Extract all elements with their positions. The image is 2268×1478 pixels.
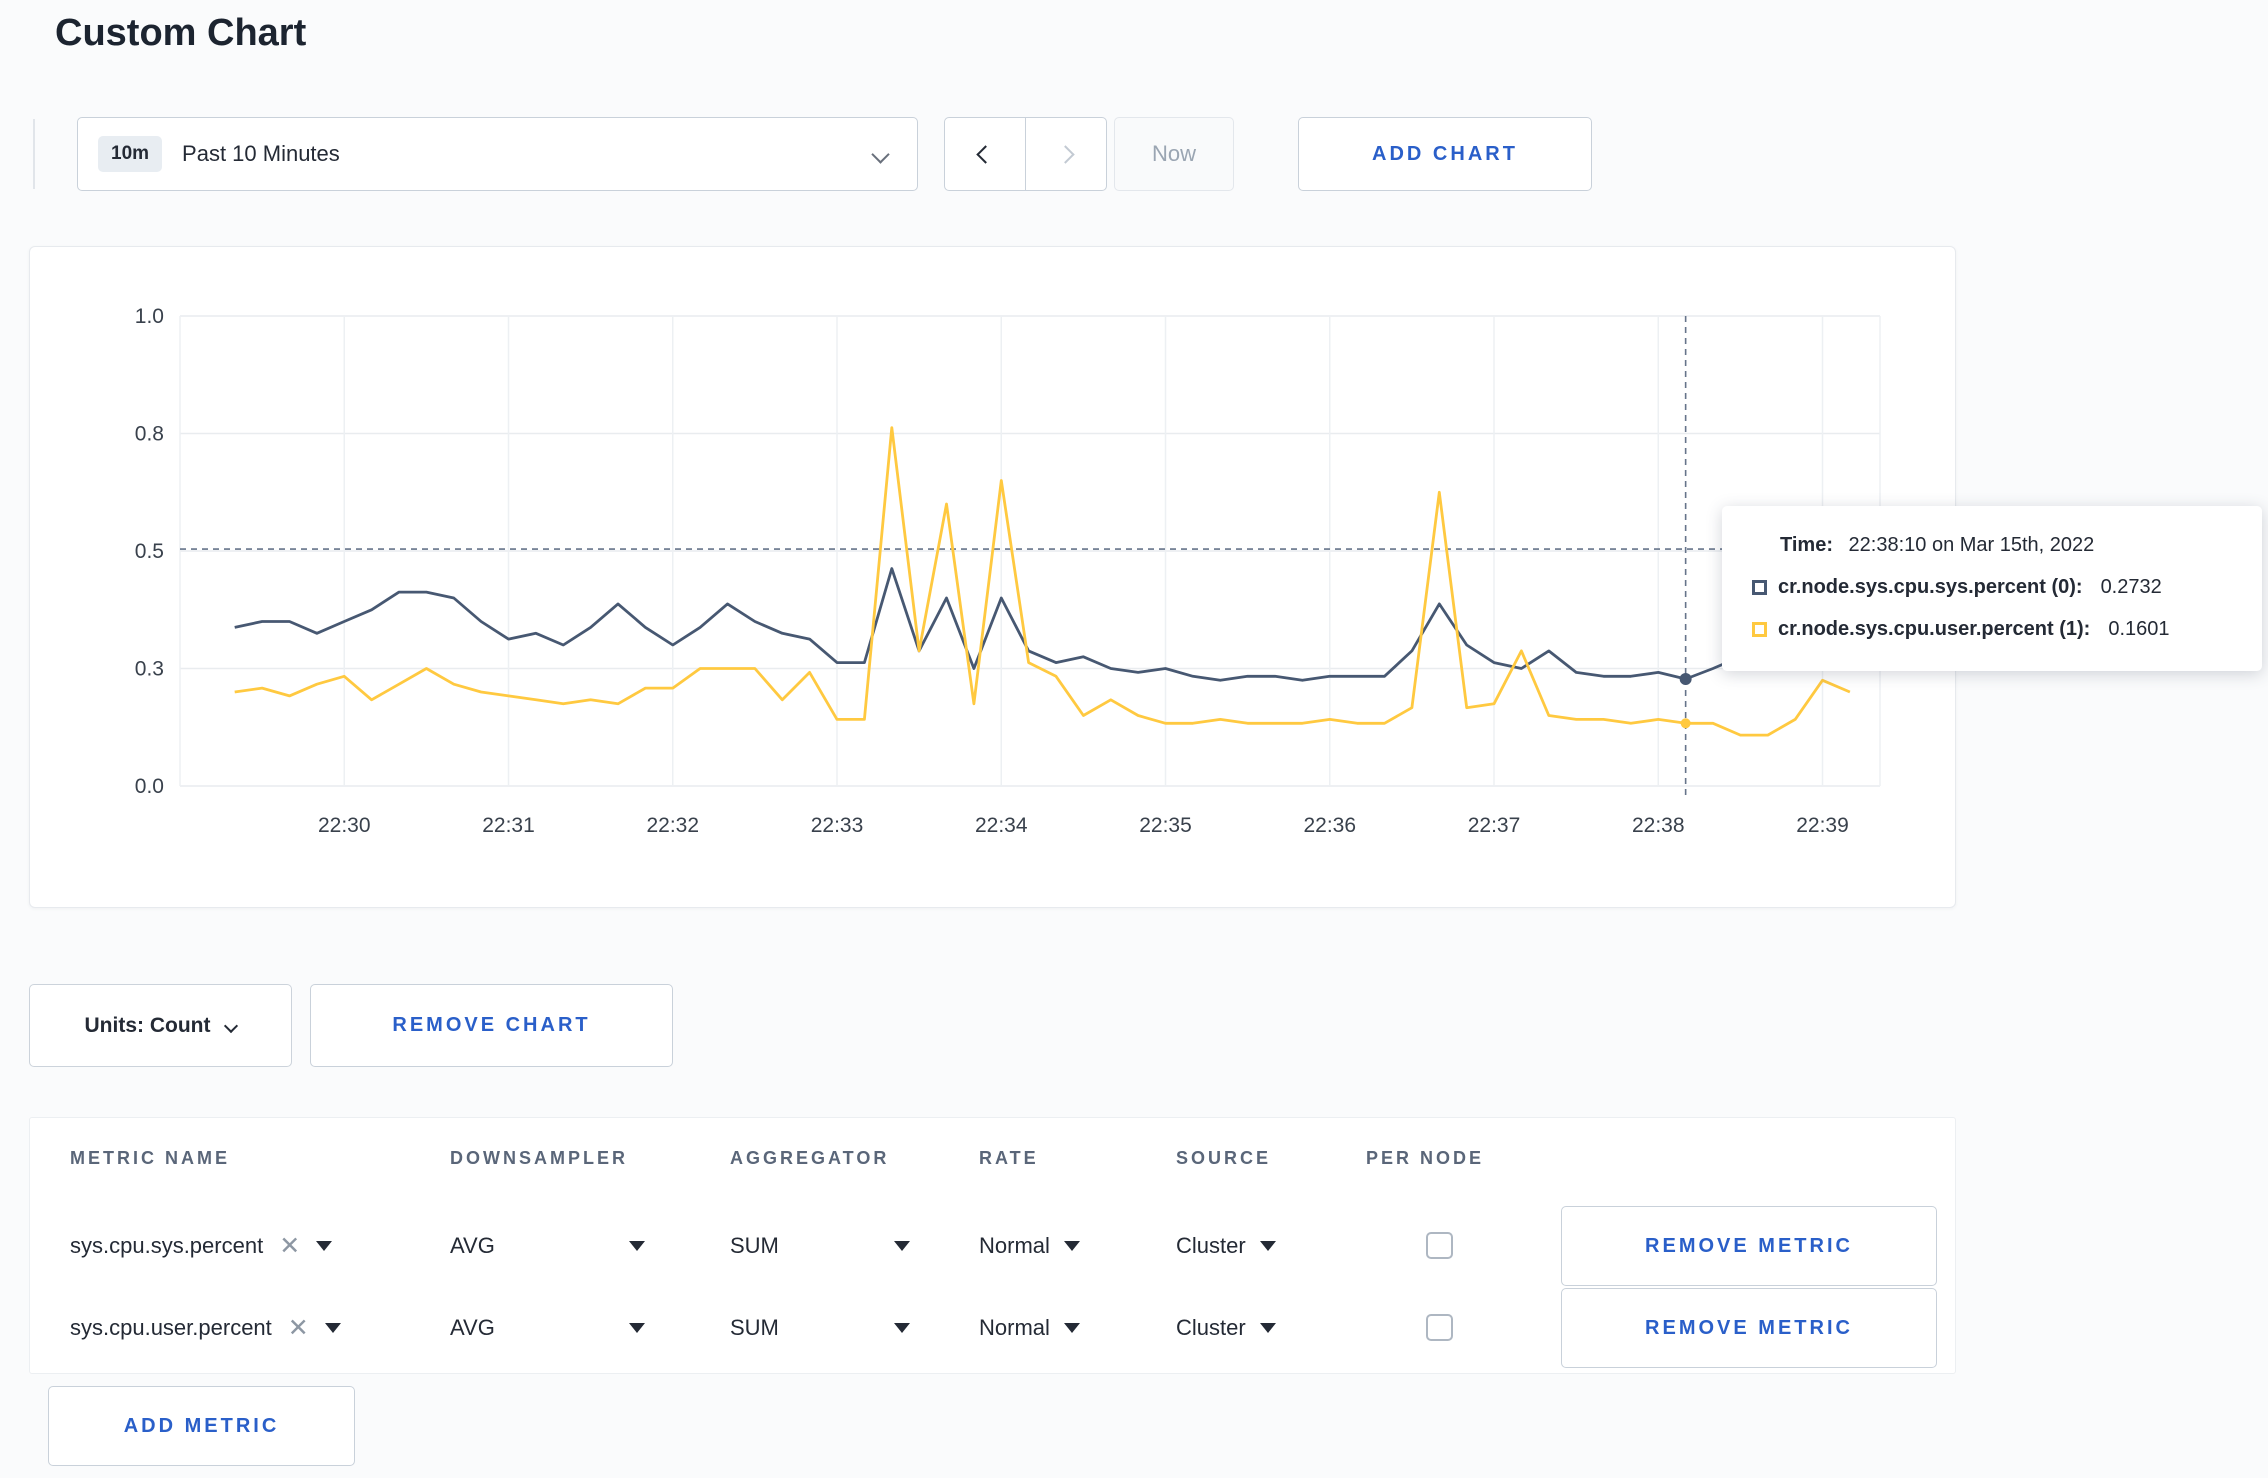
aggregator-value: SUM <box>730 1315 779 1340</box>
user-series-swatch-icon <box>1752 622 1767 637</box>
time-range-label: Past 10 Minutes <box>182 141 340 166</box>
caret-down-icon <box>324 1323 341 1333</box>
timeseries-chart[interactable]: 1.0 0.8 0.5 0.3 0.0 22:30 22:31 22:32 22:33 22:34… <box>30 296 1910 856</box>
caret-down-icon <box>1063 1241 1080 1251</box>
col-header-source: SOURCE <box>1176 1148 1272 1168</box>
next-range-button[interactable] <box>1024 117 1107 191</box>
svg-text:0.0: 0.0 <box>135 775 164 798</box>
crosshair-dot-1 <box>1680 718 1691 729</box>
tooltip-series-label: cr.node.sys.cpu.user.percent (1): <box>1778 618 2091 640</box>
tooltip-series-value: 0.1601 <box>2108 618 2170 640</box>
metric-name-select[interactable]: sys.cpu.user.percent ✕ <box>70 1288 341 1368</box>
aggregator-value: SUM <box>730 1233 779 1258</box>
table-row: sys.cpu.user.percent ✕ AVG SUM Normal Cl… <box>30 1288 1955 1368</box>
svg-text:22:34: 22:34 <box>975 814 1028 837</box>
now-button[interactable]: Now <box>1114 117 1234 191</box>
chart-card: 1.0 0.8 0.5 0.3 0.0 22:30 22:31 22:32 22:33 22:34… <box>29 246 1956 908</box>
sys-series-swatch-icon <box>1752 580 1767 595</box>
chevron-right-icon <box>1056 144 1075 164</box>
caret-down-icon <box>1259 1241 1276 1251</box>
caret-down-icon <box>629 1323 645 1333</box>
tooltip-time-row: Time: 22:38:10 on Mar 15th, 2022 <box>1780 534 2232 557</box>
rate-select[interactable]: Normal <box>979 1206 1080 1286</box>
time-range-badge: 10m <box>98 136 163 172</box>
tooltip-series-value: 0.2732 <box>2100 576 2162 598</box>
col-header-rate: RATE <box>979 1148 1039 1168</box>
source-value: Cluster <box>1176 1315 1246 1340</box>
metric-name-value: sys.cpu.sys.percent <box>70 1233 264 1258</box>
downsampler-select[interactable]: AVG <box>450 1206 645 1286</box>
tooltip-series-label: cr.node.sys.cpu.sys.percent (0): <box>1778 576 2083 598</box>
per-node-checkbox[interactable] <box>1426 1314 1453 1341</box>
page-title: Custom Chart <box>55 12 307 54</box>
svg-text:22:39: 22:39 <box>1796 814 1849 837</box>
tooltip-series-row: cr.node.sys.cpu.user.percent (1): 0.1601 <box>1752 618 2232 641</box>
time-range-dropdown[interactable]: 10m Past 10 Minutes <box>77 117 918 191</box>
chevron-down-icon <box>871 144 890 164</box>
aggregator-select[interactable]: SUM <box>730 1206 910 1286</box>
svg-text:22:30: 22:30 <box>318 814 371 837</box>
tooltip-series-row: cr.node.sys.cpu.sys.percent (0): 0.2732 <box>1752 576 2232 599</box>
chart-grid: 1.0 0.8 0.5 0.3 0.0 22:30 22:31 22:32 22:33 22:34… <box>135 305 1881 837</box>
rate-value: Normal <box>979 1233 1050 1258</box>
tooltip-time-label: Time: <box>1780 534 1833 556</box>
toolbar-divider <box>33 119 35 189</box>
caret-down-icon <box>894 1241 910 1251</box>
svg-text:22:33: 22:33 <box>811 814 864 837</box>
series-line-0 <box>234 567 1851 682</box>
svg-text:22:32: 22:32 <box>646 814 699 837</box>
rate-select[interactable]: Normal <box>979 1288 1080 1368</box>
col-header-downsampler: DOWNSAMPLER <box>450 1148 628 1168</box>
metrics-table: METRIC NAME DOWNSAMPLER AGGREGATOR RATE … <box>29 1117 1956 1374</box>
add-chart-button[interactable]: ADD CHART <box>1298 117 1592 191</box>
units-label: Units: Count <box>84 1013 211 1037</box>
svg-text:1.0: 1.0 <box>135 305 164 328</box>
aggregator-select[interactable]: SUM <box>730 1288 910 1368</box>
table-row: sys.cpu.sys.percent ✕ AVG SUM Normal Clu… <box>30 1206 1955 1286</box>
add-metric-button[interactable]: ADD METRIC <box>48 1386 355 1466</box>
downsampler-value: AVG <box>450 1315 495 1340</box>
svg-text:22:37: 22:37 <box>1468 814 1521 837</box>
caret-down-icon <box>316 1241 333 1251</box>
time-range-nav <box>944 117 1107 191</box>
col-header-aggregator: AGGREGATOR <box>730 1148 890 1168</box>
crosshair-dot-0 <box>1679 672 1692 685</box>
svg-text:22:36: 22:36 <box>1303 814 1356 837</box>
clear-metric-icon[interactable]: ✕ <box>279 1233 300 1259</box>
remove-chart-button[interactable]: REMOVE CHART <box>310 984 673 1067</box>
col-header-metric-name: METRIC NAME <box>70 1148 230 1168</box>
metric-name-value: sys.cpu.user.percent <box>70 1315 272 1340</box>
per-node-checkbox[interactable] <box>1426 1232 1453 1259</box>
chevron-down-icon <box>224 1018 239 1033</box>
caret-down-icon <box>629 1241 645 1251</box>
svg-text:22:35: 22:35 <box>1139 814 1192 837</box>
svg-text:0.3: 0.3 <box>135 658 164 681</box>
tooltip-time-value: 22:38:10 on Mar 15th, 2022 <box>1848 534 2095 556</box>
svg-text:0.5: 0.5 <box>135 540 164 563</box>
rate-value: Normal <box>979 1315 1050 1340</box>
source-select[interactable]: Cluster <box>1176 1206 1276 1286</box>
svg-text:22:38: 22:38 <box>1632 814 1685 837</box>
series-line-1 <box>234 426 1851 737</box>
source-value: Cluster <box>1176 1233 1246 1258</box>
downsampler-value: AVG <box>450 1233 495 1258</box>
chevron-left-icon <box>975 144 995 164</box>
prev-range-button[interactable] <box>944 117 1026 191</box>
clear-metric-icon[interactable]: ✕ <box>288 1315 309 1341</box>
metric-name-select[interactable]: sys.cpu.sys.percent ✕ <box>70 1206 333 1286</box>
col-header-per-node: PER NODE <box>1366 1148 1485 1168</box>
remove-metric-button[interactable]: REMOVE METRIC <box>1561 1206 1937 1286</box>
caret-down-icon <box>1063 1323 1080 1333</box>
svg-text:0.8: 0.8 <box>135 423 164 446</box>
units-dropdown[interactable]: Units: Count <box>29 984 292 1067</box>
svg-text:22:31: 22:31 <box>482 814 535 837</box>
caret-down-icon <box>894 1323 910 1333</box>
caret-down-icon <box>1259 1323 1276 1333</box>
chart-tooltip: Time: 22:38:10 on Mar 15th, 2022 cr.node… <box>1722 506 2262 671</box>
crosshair <box>180 316 1880 800</box>
remove-metric-button[interactable]: REMOVE METRIC <box>1561 1288 1937 1368</box>
source-select[interactable]: Cluster <box>1176 1288 1276 1368</box>
downsampler-select[interactable]: AVG <box>450 1288 645 1368</box>
